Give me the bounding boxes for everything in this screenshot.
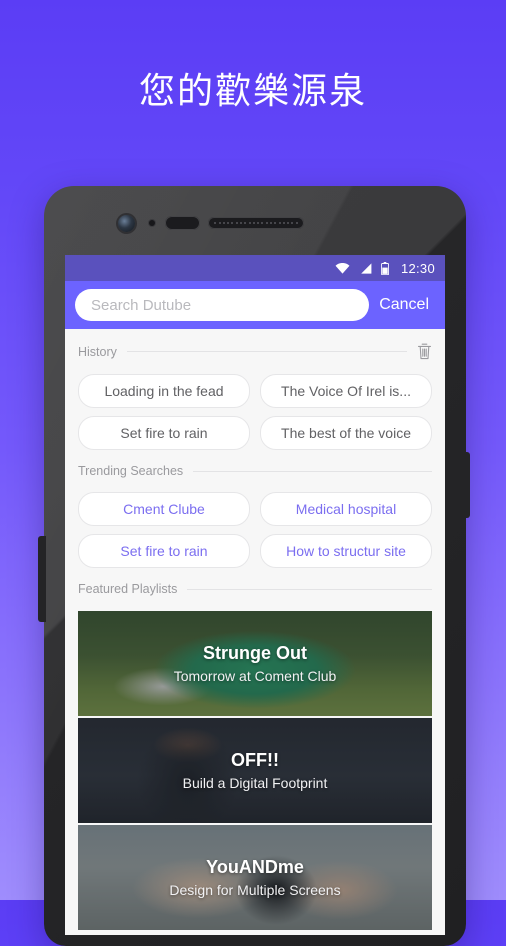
history-chip[interactable]: Set fire to rain (78, 416, 250, 450)
featured-divider (187, 588, 432, 590)
trending-section-title: Trending Searches (78, 464, 184, 478)
featured-playlist-list: Strunge Out Tomorrow at Coment Club OFF!… (65, 611, 445, 930)
playlist-subtitle: Build a Digital Footprint (182, 775, 328, 791)
trending-chip[interactable]: Set fire to rain (78, 534, 250, 568)
speaker-grille-icon (208, 217, 304, 229)
history-chip-row-2: Set fire to rain The best of the voice (65, 416, 445, 450)
playlist-title: YouANDme (206, 857, 304, 877)
trending-chip-row-2: Set fire to rain How to structur site (65, 534, 445, 568)
power-button[interactable] (462, 452, 470, 518)
status-bar: 12:30 (65, 255, 445, 281)
search-placeholder: Search Dutube (91, 296, 192, 314)
history-chip[interactable]: The best of the voice (260, 416, 432, 450)
trending-chip[interactable]: Medical hospital (260, 492, 432, 526)
page-title: 您的歡樂源泉 (138, 71, 367, 112)
wifi-icon (335, 262, 350, 274)
trending-chip-row-1: Cment Clube Medical hospital (65, 492, 445, 526)
featured-section-header: Featured Playlists (65, 568, 445, 602)
battery-icon (380, 261, 389, 275)
proximity-sensor-icon (149, 220, 155, 226)
playlist-title: OFF!! (231, 750, 279, 770)
playlist-subtitle: Design for Multiple Screens (169, 882, 341, 898)
history-section-header: History (65, 329, 445, 366)
earpiece-speaker-icon (165, 216, 200, 230)
history-divider (126, 351, 407, 352)
volume-button[interactable] (38, 536, 46, 622)
trending-chip[interactable]: How to structur site (260, 534, 432, 568)
search-suggestions-panel: History Loading in the fead The Voice Of… (65, 329, 445, 935)
history-section-title: History (78, 344, 117, 359)
trash-icon[interactable] (417, 343, 432, 360)
history-chip[interactable]: Loading in the fead (78, 374, 250, 408)
trending-chip[interactable]: Cment Clube (78, 492, 250, 526)
playlist-subtitle: Tomorrow at Coment Club (173, 668, 337, 684)
phone-screen: 12:30 Search Dutube Cancel History Loadi… (65, 255, 445, 935)
history-chip-row-1: Loading in the fead The Voice Of Irel is… (65, 374, 445, 408)
playlist-card[interactable]: YouANDme Design for Multiple Screens (78, 825, 432, 930)
search-input[interactable]: Search Dutube (75, 289, 370, 321)
featured-section-title: Featured Playlists (78, 582, 178, 596)
playlist-card[interactable]: OFF!! Build a Digital Footprint (78, 718, 432, 823)
signal-icon (361, 262, 372, 274)
status-bar-icons: 12:30 (335, 261, 435, 276)
history-chip[interactable]: The Voice Of Irel is... (260, 374, 432, 408)
playlist-card[interactable]: Strunge Out Tomorrow at Coment Club (78, 611, 432, 716)
trending-divider (193, 470, 432, 472)
front-camera-icon (118, 215, 135, 232)
search-bar: Search Dutube Cancel (65, 281, 445, 329)
trending-section-header: Trending Searches (65, 450, 445, 484)
playlist-title: Strunge Out (203, 643, 307, 663)
status-bar-clock: 12:30 (400, 260, 435, 276)
cancel-button[interactable]: Cancel (377, 296, 435, 314)
